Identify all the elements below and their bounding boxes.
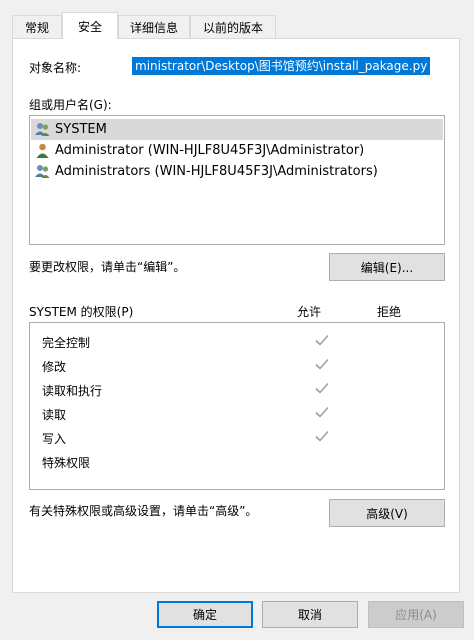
apply-button[interactable]: 应用(A) — [368, 601, 464, 628]
groups-label: 组或用户名(G): — [29, 98, 112, 112]
list-item-label: Administrators (WIN-HJLF8U45F3J\Administ… — [55, 164, 378, 179]
user-icon — [36, 143, 49, 158]
list-item-administrators[interactable]: Administrators (WIN-HJLF8U45F3J\Administ… — [31, 161, 378, 182]
list-item-administrator[interactable]: Administrator (WIN-HJLF8U45F3J\Administr… — [31, 140, 364, 161]
permissions-label: SYSTEM 的权限(P) — [29, 305, 134, 319]
tab-details-label: 详细信息 — [129, 21, 178, 35]
users-group-icon — [35, 123, 50, 136]
tab-security[interactable]: 安全 — [62, 12, 118, 39]
list-item-label: SYSTEM — [55, 122, 107, 137]
check-icon — [315, 406, 329, 418]
permission-row-modify: 修改 — [42, 354, 442, 378]
permission-row-special: 特殊权限 — [42, 450, 442, 474]
ok-button-label: 确定 — [192, 608, 217, 622]
check-icon — [315, 334, 329, 346]
check-icon — [315, 358, 329, 370]
permissions-listbox[interactable]: 完全控制 修改 读取和执行 读取 写入 特殊权限 — [29, 322, 445, 490]
permission-label: 写入 — [42, 432, 67, 446]
cancel-button-label: 取消 — [297, 608, 322, 622]
tab-general-label: 常规 — [24, 21, 49, 35]
tab-previous-versions-label: 以前的版本 — [202, 21, 263, 35]
object-name-label: 对象名称: — [29, 61, 82, 75]
security-tab-panel: 对象名称: ministrator\Desktop\图书馆预约\install_… — [12, 38, 460, 593]
check-icon — [315, 382, 329, 394]
advanced-hint: 有关特殊权限或高级设置，请单击“高级”。 — [29, 504, 258, 518]
permission-label: 读取和执行 — [42, 384, 103, 398]
cancel-button[interactable]: 取消 — [262, 601, 358, 628]
edit-button-label: 编辑(E)... — [360, 260, 414, 275]
list-item-label: Administrator (WIN-HJLF8U45F3J\Administr… — [55, 143, 365, 158]
advanced-button-label: 高级(V) — [366, 506, 408, 521]
ok-button[interactable]: 确定 — [157, 601, 253, 628]
edit-button[interactable]: 编辑(E)... — [329, 253, 445, 281]
allow-header: 允许 — [297, 305, 322, 319]
permission-row-full-control: 完全控制 — [42, 330, 442, 354]
permission-row-read: 读取 — [42, 402, 442, 426]
object-name-value[interactable]: ministrator\Desktop\图书馆预约\install_pakage… — [132, 57, 431, 75]
permission-row-write: 写入 — [42, 426, 442, 450]
permission-label: 修改 — [42, 360, 67, 374]
permission-label: 读取 — [42, 408, 67, 422]
apply-button-label: 应用(A) — [395, 608, 437, 622]
tab-security-label: 安全 — [77, 19, 102, 34]
users-group-icon — [35, 165, 50, 178]
list-item-system[interactable]: SYSTEM — [31, 119, 443, 140]
permission-label: 完全控制 — [42, 336, 91, 350]
edit-hint: 要更改权限，请单击“编辑”。 — [29, 260, 186, 274]
advanced-button[interactable]: 高级(V) — [329, 499, 445, 527]
permission-row-read-execute: 读取和执行 — [42, 378, 442, 402]
groups-listbox[interactable]: SYSTEM Administrator (WIN-HJLF8U45F3J\Ad… — [29, 115, 445, 245]
tab-previous-versions[interactable]: 以前的版本 — [190, 15, 276, 39]
check-icon — [315, 430, 329, 442]
deny-header: 拒绝 — [377, 305, 402, 319]
permission-label: 特殊权限 — [42, 456, 91, 470]
tab-details[interactable]: 详细信息 — [118, 15, 190, 39]
tab-general[interactable]: 常规 — [12, 15, 62, 39]
